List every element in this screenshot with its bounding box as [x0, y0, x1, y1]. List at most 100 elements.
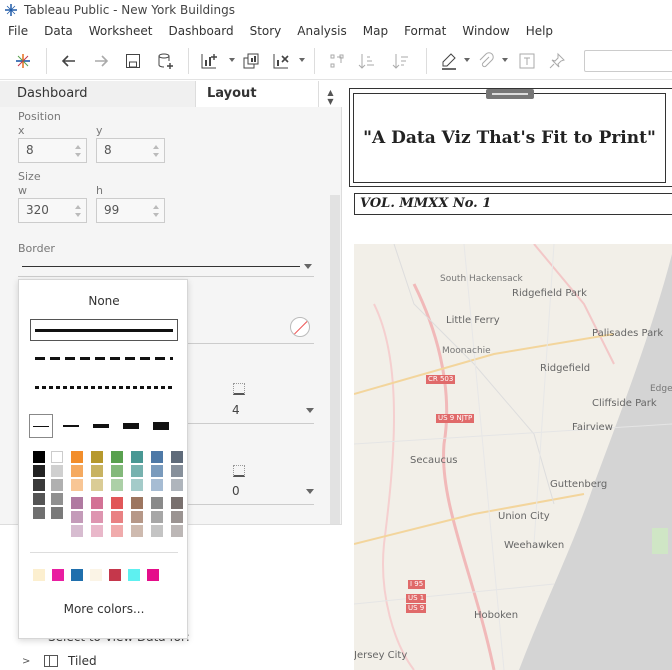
color-swatch[interactable]	[71, 525, 83, 537]
size-height-field[interactable]: 99	[96, 198, 165, 223]
color-swatch[interactable]	[71, 465, 83, 477]
border-solid-option[interactable]	[30, 319, 178, 341]
color-swatch[interactable]	[51, 507, 63, 519]
chevron-right-icon[interactable]: >	[22, 656, 44, 667]
color-swatch[interactable]	[131, 497, 143, 509]
color-swatch[interactable]	[91, 465, 103, 477]
highlight-icon[interactable]	[438, 50, 460, 72]
color-swatch[interactable]	[111, 465, 123, 477]
tab-layout[interactable]: Layout	[196, 81, 318, 107]
color-swatch[interactable]	[131, 451, 143, 463]
menu-data[interactable]: Data	[44, 24, 73, 38]
sort-ascending-icon[interactable]	[356, 50, 378, 72]
recent-color-swatch[interactable]	[71, 569, 83, 581]
menu-format[interactable]: Format	[404, 24, 446, 38]
color-swatch[interactable]	[171, 451, 183, 463]
menu-help[interactable]: Help	[526, 24, 553, 38]
recent-color-swatch[interactable]	[147, 569, 159, 581]
color-swatch[interactable]	[131, 525, 143, 537]
border-weight-5[interactable]	[149, 414, 173, 438]
recent-color-swatch[interactable]	[52, 569, 64, 581]
new-data-source-icon[interactable]	[154, 50, 176, 72]
menu-story[interactable]: Story	[250, 24, 282, 38]
border-style-dropdown[interactable]	[18, 257, 314, 277]
color-swatch[interactable]	[71, 451, 83, 463]
more-colors-link[interactable]: More colors...	[19, 602, 189, 616]
color-swatch[interactable]	[91, 451, 103, 463]
pane-scrollbar[interactable]	[330, 195, 340, 525]
color-swatch[interactable]	[51, 479, 63, 491]
sort-descending-icon[interactable]	[390, 50, 412, 72]
color-swatch[interactable]	[111, 497, 123, 509]
color-swatch[interactable]	[111, 479, 123, 491]
clear-sheet-icon[interactable]	[270, 50, 292, 72]
color-swatch[interactable]	[33, 507, 45, 519]
color-swatch[interactable]	[33, 493, 45, 505]
color-swatch[interactable]	[111, 525, 123, 537]
tiled-container-row[interactable]: > Tiled	[22, 652, 97, 670]
color-swatch[interactable]	[91, 497, 103, 509]
color-swatch[interactable]	[33, 479, 45, 491]
map-view[interactable]: South Hackensack Ridgefield Park Little …	[354, 244, 672, 670]
new-worksheet-icon[interactable]	[198, 50, 220, 72]
border-weight-2[interactable]	[59, 414, 83, 438]
text-icon[interactable]	[516, 50, 538, 72]
color-swatch[interactable]	[71, 497, 83, 509]
color-swatch[interactable]	[151, 479, 163, 491]
duplicate-sheet-icon[interactable]	[240, 50, 262, 72]
border-weight-4[interactable]	[119, 414, 143, 438]
attach-icon[interactable]	[474, 50, 496, 72]
color-swatch[interactable]	[91, 511, 103, 523]
color-swatch[interactable]	[171, 511, 183, 523]
drag-handle[interactable]	[486, 89, 534, 99]
tab-dashboard[interactable]: Dashboard	[0, 81, 196, 107]
color-swatch[interactable]	[131, 511, 143, 523]
color-swatch[interactable]	[51, 451, 63, 463]
color-swatch[interactable]	[33, 451, 45, 463]
color-swatch[interactable]	[111, 511, 123, 523]
border-dotted-option[interactable]	[35, 386, 173, 389]
recent-color-swatch[interactable]	[128, 569, 140, 581]
size-width-field[interactable]: 320	[18, 198, 87, 223]
color-swatch[interactable]	[131, 465, 143, 477]
color-swatch[interactable]	[151, 525, 163, 537]
menu-file[interactable]: File	[8, 24, 28, 38]
border-weight-3[interactable]	[89, 414, 113, 438]
color-swatch[interactable]	[151, 497, 163, 509]
border-none-option[interactable]: None	[19, 294, 189, 308]
recent-color-swatch[interactable]	[90, 569, 102, 581]
menu-worksheet[interactable]: Worksheet	[89, 24, 153, 38]
color-swatch[interactable]	[171, 465, 183, 477]
menu-window[interactable]: Window	[462, 24, 509, 38]
color-swatch[interactable]	[71, 479, 83, 491]
menu-dashboard[interactable]: Dashboard	[168, 24, 233, 38]
border-weight-1[interactable]	[29, 414, 53, 438]
tableau-logo-icon[interactable]	[12, 50, 34, 72]
color-swatch[interactable]	[171, 479, 183, 491]
color-swatch[interactable]	[171, 525, 183, 537]
toolbar-search-field[interactable]	[584, 50, 672, 72]
color-swatch[interactable]	[151, 465, 163, 477]
position-x-field[interactable]: 8	[18, 138, 87, 163]
color-swatch[interactable]	[71, 511, 83, 523]
color-swatch[interactable]	[33, 465, 45, 477]
swap-icon[interactable]	[326, 50, 348, 72]
position-y-field[interactable]: 8	[96, 138, 165, 163]
chevron-down-icon[interactable]	[306, 408, 314, 413]
pin-icon[interactable]	[546, 50, 568, 72]
pane-menu-icon[interactable]: ▲ ▼	[318, 81, 342, 107]
color-swatch[interactable]	[91, 479, 103, 491]
color-swatch[interactable]	[151, 451, 163, 463]
border-dashed-option[interactable]	[35, 357, 173, 360]
color-swatch[interactable]	[51, 493, 63, 505]
menu-analysis[interactable]: Analysis	[297, 24, 346, 38]
color-swatch[interactable]	[131, 479, 143, 491]
color-swatch[interactable]	[171, 497, 183, 509]
color-swatch[interactable]	[111, 451, 123, 463]
recent-color-swatch[interactable]	[33, 569, 45, 581]
chevron-down-icon[interactable]	[306, 489, 314, 494]
undo-icon[interactable]	[58, 50, 80, 72]
color-swatch[interactable]	[91, 525, 103, 537]
recent-color-swatch[interactable]	[109, 569, 121, 581]
save-icon[interactable]	[122, 50, 144, 72]
